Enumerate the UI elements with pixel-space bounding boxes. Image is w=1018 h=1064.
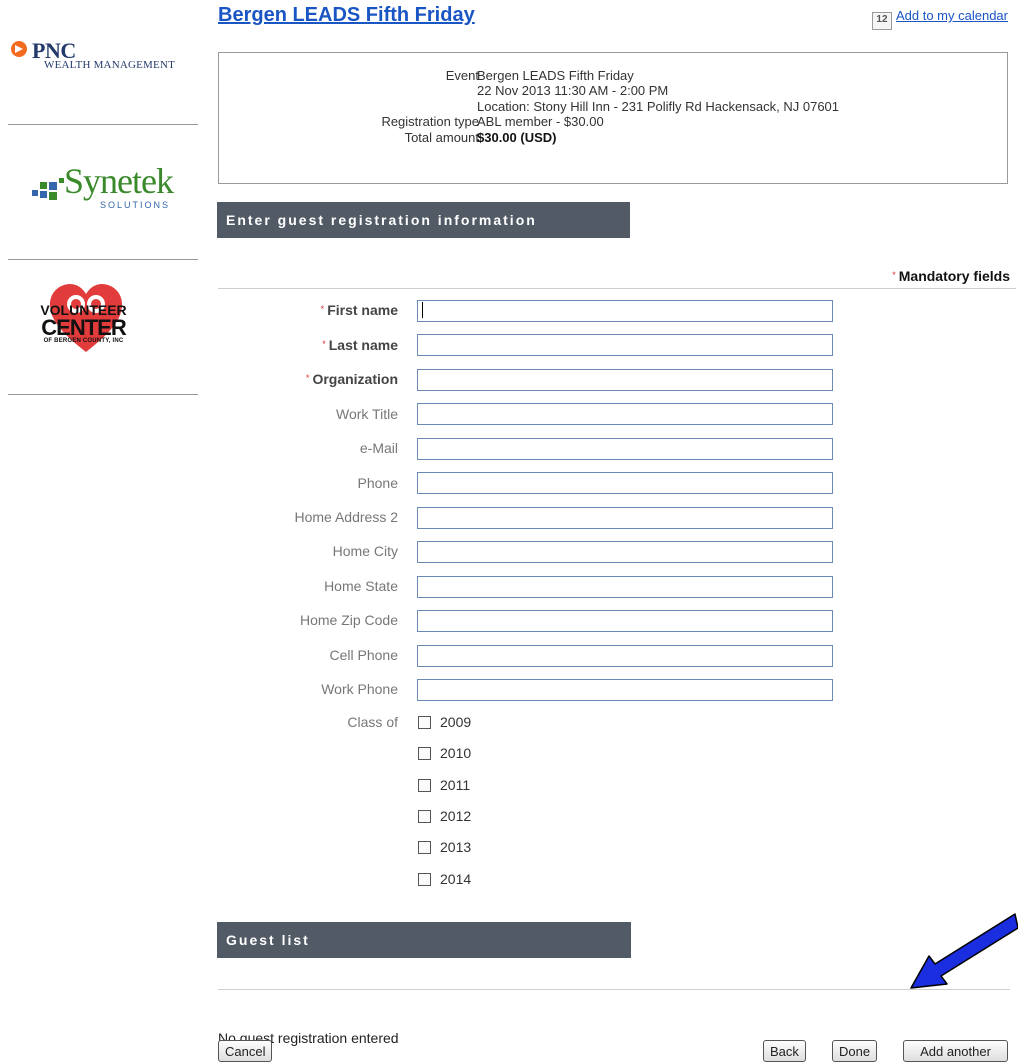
email-input[interactable] (417, 438, 833, 460)
synetek-logo-subtext: SOLUTIONS (100, 200, 171, 210)
phone-input[interactable] (417, 472, 833, 494)
home-state-label: Home State (324, 578, 398, 594)
work-phone-label: Work Phone (321, 681, 398, 697)
work-phone-input[interactable] (417, 679, 833, 701)
class-of-label: Class of (347, 714, 398, 730)
pnc-logo[interactable]: PNC WEALTH MANAGEMENT (10, 38, 200, 78)
cell-phone-label: Cell Phone (329, 647, 399, 663)
class-2014-checkbox[interactable] (418, 873, 431, 886)
class-2012-label: 2012 (440, 808, 472, 824)
sidebar-divider (8, 124, 198, 125)
home-zip-code-label: Home Zip Code (299, 612, 398, 628)
class-2009-checkbox[interactable] (418, 716, 431, 729)
work-title-input[interactable] (417, 403, 833, 425)
class-2011-label: 2011 (440, 777, 471, 793)
volunteer-logo-line3: OF BERGEN COUNTY, INC (43, 338, 124, 344)
email-label: e-Mail (359, 440, 398, 456)
class-2013-checkbox[interactable] (418, 841, 431, 854)
organization-input[interactable] (417, 369, 833, 391)
last-name-input[interactable] (417, 334, 833, 356)
home-address-2-label: Home Address 2 (294, 509, 399, 525)
annotation-arrow-icon (910, 913, 1018, 989)
required-star: * (320, 304, 325, 314)
synetek-logo-text: Synetek (64, 161, 174, 201)
mandatory-fields-label: Mandatory fields (898, 268, 1010, 284)
event-label: Event (445, 68, 479, 83)
mandatory-fields-note: * Mandatory fields (892, 268, 1010, 284)
work-title-label: Work Title (336, 406, 398, 422)
event-name: Bergen LEADS Fifth Friday (477, 68, 634, 83)
back-button[interactable]: Back (763, 1040, 806, 1062)
synetek-mark-icon (32, 178, 64, 200)
class-2010-checkbox[interactable] (418, 747, 431, 760)
required-star: * (892, 270, 896, 280)
class-2014-label: 2014 (440, 871, 472, 887)
add-to-calendar-link[interactable]: 12 Add to my calendar (871, 8, 1008, 30)
home-state-input[interactable] (417, 576, 833, 598)
last-name-label: * Last name (322, 337, 398, 353)
organization-label: * Organization (305, 371, 398, 387)
volunteer-center-logo[interactable]: VOLUNTEER CENTER OF BERGEN COUNTY, INC (16, 282, 176, 372)
add-to-calendar-label: Add to my calendar (895, 8, 1008, 23)
sidebar-divider (8, 259, 198, 260)
home-city-input[interactable] (417, 541, 833, 563)
sidebar-divider (8, 394, 198, 395)
synetek-logo[interactable]: Synetek SOLUTIONS (30, 160, 200, 220)
text-cursor (422, 302, 423, 318)
class-2010-label: 2010 (440, 745, 472, 761)
total-amount-label: Total amount (404, 130, 479, 145)
class-2012-checkbox[interactable] (418, 810, 431, 823)
event-date: 22 Nov 2013 11:30 AM - 2:00 PM (477, 83, 669, 98)
registration-type-label: Registration type (381, 114, 479, 129)
add-another-button[interactable]: Add another (903, 1040, 1008, 1062)
section-divider (218, 989, 1010, 990)
done-button[interactable]: Done (832, 1040, 878, 1062)
home-address-2-input[interactable] (417, 507, 833, 529)
required-star: * (305, 373, 310, 383)
event-summary: Event Bergen LEADS Fifth Friday 22 Nov 2… (218, 52, 1008, 184)
page-title[interactable]: Bergen LEADS Fifth Friday (218, 4, 475, 27)
phone-label: Phone (357, 475, 398, 491)
cell-phone-input[interactable] (417, 645, 833, 667)
home-city-label: Home City (332, 543, 398, 559)
class-2013-label: 2013 (440, 839, 472, 855)
registration-type-value: ABL member - $30.00 (477, 114, 604, 129)
calendar-icon: 12 (871, 12, 892, 30)
pnc-mark-icon (11, 41, 27, 57)
required-star: * (322, 339, 326, 349)
total-amount-value: $30.00 (USD) (477, 130, 557, 145)
section-divider (218, 288, 1016, 289)
class-2011-checkbox[interactable] (418, 779, 431, 792)
class-2009-label: 2009 (440, 714, 472, 730)
event-location: Location: Stony Hill Inn - 231 Polifly R… (477, 99, 840, 114)
cancel-button[interactable]: Cancel (218, 1040, 273, 1062)
guest-list-header: Guest list (217, 922, 631, 958)
guest-registration-header: Enter guest registration information (217, 202, 630, 238)
first-name-input[interactable] (417, 300, 833, 322)
home-zip-code-input[interactable] (417, 610, 833, 632)
first-name-label: * First name (320, 302, 398, 318)
pnc-logo-subtext: WEALTH MANAGEMENT (44, 59, 176, 71)
